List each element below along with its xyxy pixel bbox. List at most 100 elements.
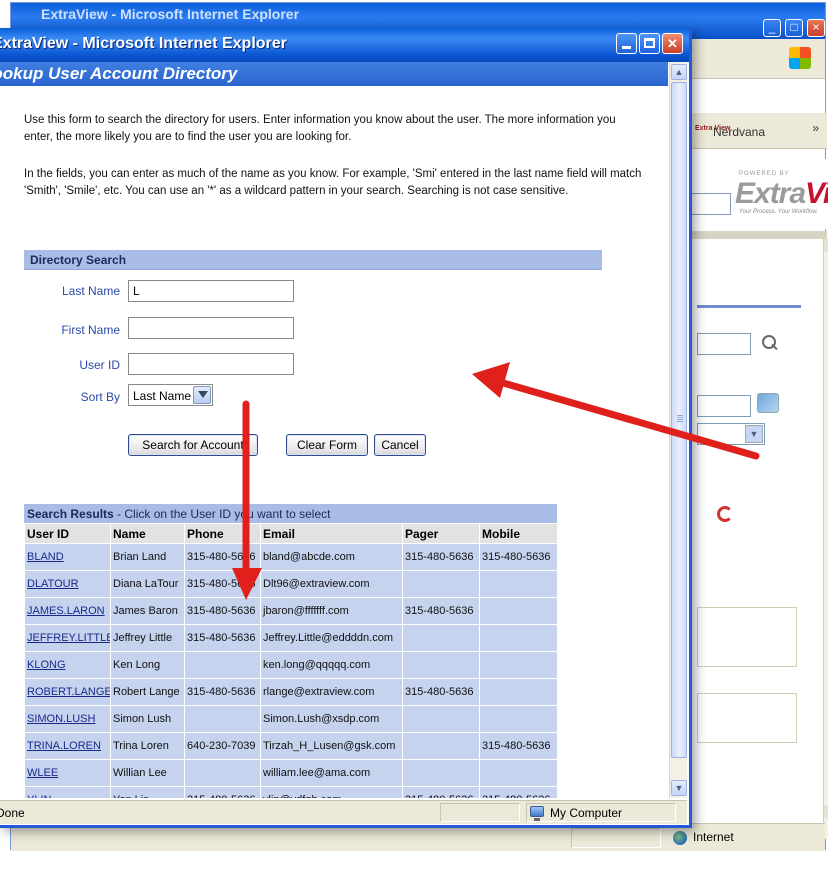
sort-by-select[interactable]: Last Name	[128, 384, 213, 406]
table-cell	[402, 759, 480, 787]
maximize-button[interactable]	[639, 33, 660, 54]
background-window-title: ExtraView - Microsoft Internet Explorer	[41, 6, 300, 22]
sort-by-dropdown-button[interactable]	[193, 386, 211, 404]
links-more-chevron[interactable]: »	[812, 121, 819, 135]
background-panel-2	[697, 693, 797, 743]
user-id-link[interactable]: ROBERT.LANGE	[27, 686, 110, 698]
chevron-down-icon	[198, 391, 208, 398]
user-id-link[interactable]: KLONG	[27, 659, 66, 671]
results-header: Search Results - Click on the User ID yo…	[24, 504, 557, 523]
background-dropdown[interactable]: ▼	[697, 423, 765, 445]
table-row: KLONG Ken Long ken.long@qqqqq.com	[24, 651, 558, 679]
last-name-input[interactable]	[128, 280, 294, 302]
logo-view: View	[805, 177, 828, 210]
background-user-field[interactable]	[697, 395, 751, 417]
table-cell: 315-480-5636	[184, 570, 261, 598]
clear-form-button[interactable]: Clear Form	[286, 434, 368, 456]
table-cell: SIMON.LUSH	[24, 705, 111, 733]
table-cell: DLATOUR	[24, 570, 111, 598]
scroll-down-icon[interactable]: ▼	[824, 805, 828, 818]
internet-globe-icon	[673, 831, 687, 845]
user-id-link[interactable]: TRINA.LOREN	[27, 740, 101, 752]
scroll-grip-icon	[677, 415, 683, 423]
table-cell: James Baron	[110, 597, 185, 625]
logo-tagline: Your Process. Your Workflow.	[739, 209, 818, 215]
column-header: Name	[110, 523, 185, 544]
table-cell	[479, 597, 558, 625]
table-cell: Ken Long	[110, 651, 185, 679]
table-row: SIMON.LUSH Simon Lush Simon.Lush@xsdp.com	[24, 705, 558, 733]
background-search-field[interactable]	[697, 333, 751, 355]
user-id-link[interactable]: SIMON.LUSH	[27, 713, 95, 725]
first-name-input[interactable]	[128, 317, 294, 339]
popup-scrollbar[interactable]: ▲ ▼	[669, 62, 687, 798]
user-id-link[interactable]: DLATOUR	[27, 578, 79, 590]
lookup-popup-window: ExtraView - Microsoft Internet Explorer …	[0, 28, 692, 828]
table-cell: WLEE	[24, 759, 111, 787]
minimize-button[interactable]	[616, 33, 637, 54]
table-cell: 315-480-5636	[184, 786, 261, 798]
scroll-thumb[interactable]	[671, 82, 687, 758]
background-scrollbar[interactable]: ▲ ▼	[823, 239, 828, 839]
user-id-link[interactable]: BLAND	[27, 551, 64, 563]
section-title: Directory Search	[30, 253, 127, 267]
scroll-down-icon[interactable]: ▼	[671, 780, 687, 796]
table-cell	[402, 651, 480, 679]
background-links-bar: Extra View Nerdvana »	[681, 113, 827, 149]
status-zone: My Computer	[550, 806, 623, 820]
scroll-up-icon[interactable]: ▲	[824, 239, 828, 252]
user-id-link[interactable]: WLEE	[27, 767, 58, 779]
sort-by-value: Last Name	[133, 389, 192, 403]
user-id-link[interactable]: YLIN	[27, 794, 51, 798]
magnifier-icon[interactable]	[759, 333, 779, 353]
popup-window-title: ExtraView - Microsoft Internet Explorer	[0, 35, 287, 52]
user-id-link[interactable]: JAMES.LARON	[27, 605, 105, 617]
table-cell	[402, 705, 480, 733]
column-header: Pager	[402, 523, 480, 544]
table-cell: bland@abcde.com	[260, 543, 403, 571]
instructions-paragraph: In the fields, you can enter as much of …	[24, 168, 642, 197]
table-cell: Willian Lee	[110, 759, 185, 787]
links-item-nerdvana[interactable]: Nerdvana	[713, 125, 765, 139]
column-header: Mobile	[479, 523, 558, 544]
background-separator	[681, 231, 827, 239]
popup-status-bar: Done My Computer	[0, 800, 687, 824]
table-cell: Yon Lin	[110, 786, 185, 798]
table-row: BLAND Brian Land 315-480-5636 bland@abcde.c…	[24, 543, 558, 571]
table-cell: 315-480-5636	[184, 543, 261, 571]
table-cell	[184, 759, 261, 787]
dropdown-arrow-icon[interactable]: ▼	[745, 425, 763, 443]
table-cell	[479, 705, 558, 733]
background-toolbar	[681, 39, 825, 79]
directory-search-header: Directory Search	[24, 250, 602, 270]
status-text: Done	[0, 806, 25, 820]
table-cell: Dlt96@extraview.com	[260, 570, 403, 598]
scroll-up-icon[interactable]: ▲	[671, 64, 687, 80]
table-cell: JAMES.LARON	[24, 597, 111, 625]
table-cell: KLONG	[24, 651, 111, 679]
page-banner: Lookup User Account Directory	[0, 62, 668, 86]
background-close-button[interactable]: ×	[807, 19, 825, 37]
table-row: JEFFREY.LITTLE Jeffrey Little 315-480-5636…	[24, 624, 558, 652]
table-cell: TRINA.LOREN	[24, 732, 111, 760]
cancel-button[interactable]: Cancel	[374, 434, 426, 456]
results-body: BLAND Brian Land 315-480-5636 bland@abcde.c…	[24, 543, 558, 798]
user-id-input[interactable]	[128, 353, 294, 375]
table-cell: YLIN	[24, 786, 111, 798]
table-row: JAMES.LARON James Baron 315-480-5636 jbaron…	[24, 597, 558, 625]
user-id-link[interactable]: JEFFREY.LITTLE	[27, 632, 110, 644]
popup-titlebar[interactable]: ExtraView - Microsoft Internet Explorer …	[0, 28, 689, 62]
table-row: ROBERT.LANGE Robert Lange 315-480-5636 rlan…	[24, 678, 558, 706]
table-cell: 640-230-7039	[184, 732, 261, 760]
sort-by-label: Sort By	[80, 390, 120, 404]
search-for-account-button[interactable]: Search for Account	[128, 434, 258, 456]
table-cell: jbaron@fffffff.com	[260, 597, 403, 625]
background-minimize-button[interactable]: _	[763, 19, 781, 37]
people-icon[interactable]	[757, 393, 779, 413]
background-status-zone: Internet	[693, 830, 734, 844]
background-blue-rule	[697, 305, 801, 308]
table-cell: 315-480-5636	[184, 678, 261, 706]
refresh-icon[interactable]	[717, 506, 733, 522]
background-maximize-button[interactable]: □	[785, 19, 803, 37]
close-button[interactable]: ✕	[662, 33, 683, 54]
